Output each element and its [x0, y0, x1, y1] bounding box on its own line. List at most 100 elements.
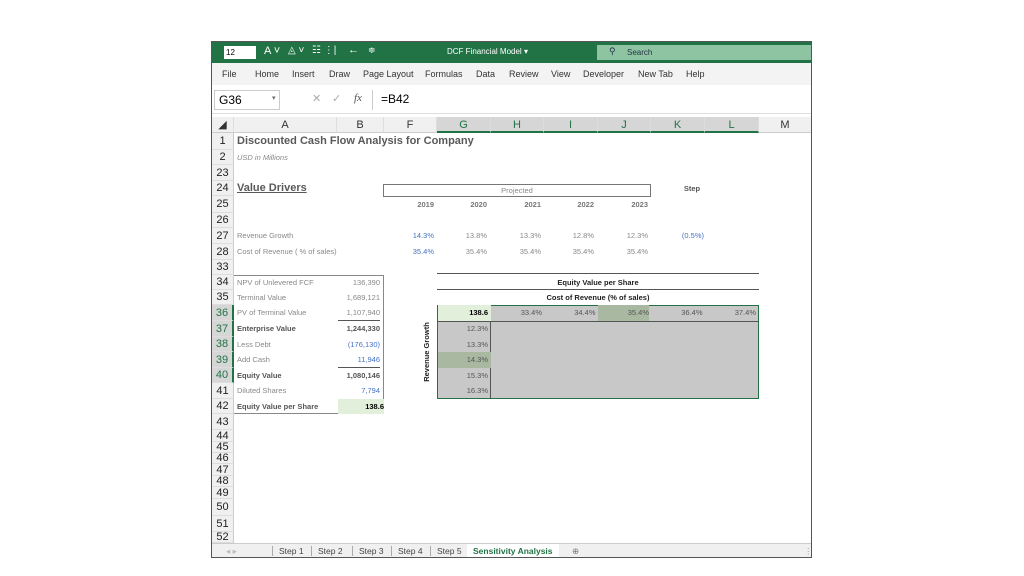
row-header-37[interactable]: 37 [212, 321, 234, 337]
search-box[interactable]: ⚲ Search [597, 45, 811, 60]
row-header-28[interactable]: 28 [212, 244, 234, 260]
sensitivity-column-title[interactable]: Cost of Revenue (% of sales) [437, 290, 759, 305]
valuation-label[interactable]: PV of Terminal Value [237, 305, 337, 321]
row-header-24[interactable]: 24 [212, 181, 234, 196]
sheet-tab-step-1[interactable]: Step 1 [272, 546, 304, 556]
sensitivity-column-value[interactable]: 35.4% [598, 305, 649, 321]
function-icon[interactable]: fx [354, 92, 362, 104]
valuation-label[interactable]: Enterprise Value [237, 321, 337, 337]
value-drivers-heading[interactable]: Value Drivers [237, 181, 337, 196]
valuation-value[interactable]: 1,107,940 [338, 305, 380, 321]
row-header-27[interactable]: 27 [212, 228, 234, 244]
name-box-dropdown-icon[interactable]: ▾ [272, 94, 276, 102]
sheet-tab-sensitivity-analysis[interactable]: Sensitivity Analysis [467, 544, 559, 557]
fill-color-icon[interactable]: ◬ ˅ [288, 45, 304, 56]
font-size-box[interactable]: 12 [224, 46, 256, 59]
row-header-43[interactable]: 43 [212, 414, 234, 430]
ribbon-tab-data[interactable]: Data [476, 69, 495, 79]
row-header-46[interactable]: 46 [212, 453, 234, 464]
valuation-value[interactable]: 138.6 [338, 399, 384, 414]
year-header[interactable]: 2021 [491, 196, 541, 213]
borders-icon[interactable]: ☷ ⋮| [312, 45, 336, 56]
column-header-H[interactable]: H [491, 117, 544, 133]
select-all-corner[interactable]: ◢ [212, 117, 234, 133]
valuation-value[interactable]: 1,244,330 [338, 321, 380, 337]
revenue-growth-cell[interactable]: 12.3% [598, 228, 648, 244]
valuation-value[interactable]: 7,794 [338, 383, 380, 399]
row-header-34[interactable]: 34 [212, 275, 234, 290]
options-icon[interactable]: ⋮ [804, 546, 811, 557]
row-header-33[interactable]: 33 [212, 260, 234, 275]
valuation-value[interactable]: 1,080,146 [338, 368, 380, 383]
revenue-growth-step[interactable]: (0.5%) [652, 228, 704, 244]
column-header-F[interactable]: F [384, 117, 437, 133]
ribbon-tab-review[interactable]: Review [509, 69, 539, 79]
revenue-growth-cell[interactable]: 13.3% [491, 228, 541, 244]
ribbon-tab-view[interactable]: View [551, 69, 570, 79]
row-header-49[interactable]: 49 [212, 487, 234, 499]
cost-of-revenue-cell[interactable]: 35.4% [384, 244, 434, 260]
revenue-growth-cell[interactable]: 12.8% [544, 228, 594, 244]
row-header-36[interactable]: 36 [212, 305, 234, 321]
step-header[interactable]: Step [652, 181, 732, 196]
revenue-growth-label[interactable]: Revenue Growth [237, 228, 377, 244]
ribbon-tab-formulas[interactable]: Formulas [425, 69, 463, 79]
valuation-label[interactable]: NPV of Unlevered FCF [237, 275, 337, 290]
row-header-35[interactable]: 35 [212, 290, 234, 305]
revenue-growth-cell[interactable]: 13.8% [437, 228, 487, 244]
cost-of-revenue-cell[interactable]: 35.4% [598, 244, 648, 260]
valuation-value[interactable]: 11,946 [338, 352, 380, 368]
sensitivity-column-value[interactable]: 33.4% [491, 305, 542, 321]
valuation-value[interactable]: 136,390 [338, 275, 380, 290]
cost-of-revenue-cell[interactable]: 35.4% [437, 244, 487, 260]
ribbon-tab-developer[interactable]: Developer [583, 69, 624, 79]
enter-icon[interactable]: ✓ [332, 92, 341, 105]
valuation-value[interactable]: (176,130) [338, 337, 380, 352]
sheet-tab-step-5[interactable]: Step 5 [430, 546, 462, 556]
cost-of-revenue-label[interactable]: Cost of Revenue ( % of sales) [237, 244, 377, 260]
sheet-tab-step-4[interactable]: Step 4 [391, 546, 423, 556]
sensitivity-row-title[interactable]: Revenue Growth [422, 317, 432, 387]
column-header-B[interactable]: B [337, 117, 384, 133]
cancel-icon[interactable]: ✕ [312, 92, 321, 105]
sensitivity-row-value[interactable]: 13.3% [438, 337, 488, 352]
year-header[interactable]: 2022 [544, 196, 594, 213]
row-header-25[interactable]: 25 [212, 196, 234, 213]
valuation-label[interactable]: Add Cash [237, 352, 337, 368]
row-header-48[interactable]: 48 [212, 476, 234, 487]
cost-of-revenue-cell[interactable]: 35.4% [491, 244, 541, 260]
row-header-52[interactable]: 52 [212, 532, 234, 543]
valuation-label[interactable]: Terminal Value [237, 290, 337, 305]
ribbon-tab-new-tab[interactable]: New Tab [638, 69, 673, 79]
sheet-tab-step-3[interactable]: Step 3 [352, 546, 384, 556]
row-header-23[interactable]: 23 [212, 165, 234, 181]
column-header-L[interactable]: L [705, 117, 759, 133]
valuation-label[interactable]: Diluted Shares [237, 383, 337, 399]
sensitivity-column-value[interactable]: 37.4% [705, 305, 756, 321]
undo-icon[interactable]: ← [348, 44, 359, 56]
year-header[interactable]: 2020 [437, 196, 487, 213]
font-color-icon[interactable]: A ˅ [264, 45, 280, 57]
column-header-A[interactable]: A [234, 117, 337, 133]
document-title[interactable]: DCF Financial Model [447, 47, 522, 56]
column-header-M[interactable]: M [759, 117, 811, 133]
sensitivity-row-value[interactable]: 15.3% [438, 368, 488, 383]
ribbon-tab-file[interactable]: File [222, 69, 237, 79]
valuation-label[interactable]: Equity Value per Share [237, 399, 337, 414]
column-header-K[interactable]: K [651, 117, 705, 133]
sensitivity-row-value[interactable]: 16.3% [438, 383, 488, 399]
column-header-I[interactable]: I [544, 117, 598, 133]
add-sheet-icon[interactable]: ⊕ [572, 546, 579, 557]
row-header-26[interactable]: 26 [212, 213, 234, 228]
sensitivity-title[interactable]: Equity Value per Share [437, 275, 759, 290]
valuation-label[interactable]: Equity Value [237, 368, 337, 383]
scroll-tabs-icon[interactable]: ◂ ▸ [226, 546, 237, 557]
row-header-1[interactable]: 1 [212, 133, 234, 150]
row-header-40[interactable]: 40 [212, 368, 234, 383]
sensitivity-row-value[interactable]: 12.3% [438, 321, 488, 337]
row-header-51[interactable]: 51 [212, 516, 234, 532]
row-header-41[interactable]: 41 [212, 383, 234, 399]
ribbon-tab-insert[interactable]: Insert [292, 69, 315, 79]
row-header-50[interactable]: 50 [212, 499, 234, 516]
sheet-subtitle[interactable]: USD in Millions [237, 150, 437, 165]
